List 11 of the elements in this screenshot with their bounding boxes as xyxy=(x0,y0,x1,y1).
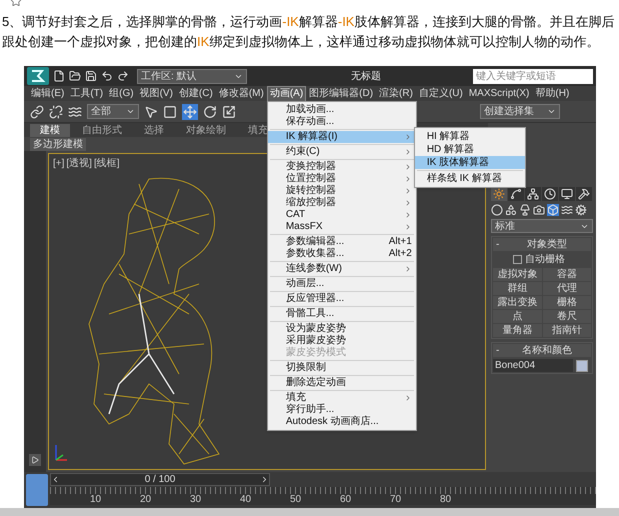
article-paragraph: 5、调节好封套之后，选择脚掌的骨骼，运行动画-IK解算器-IK肢体解算器，连接到大腿的骨骼。并且在脚后跟处创建一个虚拟对象，把创建的IK绑定到虚拟物体上，这样通过移动虚拟物体就可以控制人物的动作。 xyxy=(1,13,616,51)
timeline-tick-label: 60 xyxy=(340,494,352,505)
timeline-tick-label: 10 xyxy=(90,494,102,505)
timeline-tick-label: 50 xyxy=(290,494,302,505)
window-title: 无标题 xyxy=(351,70,381,84)
timeline-tick-label: 20 xyxy=(140,494,152,505)
timeline-tick-label: 70 xyxy=(390,494,402,505)
timeline-tick-label: 40 xyxy=(240,494,252,505)
timeline-tick-label: 80 xyxy=(440,494,452,505)
checkbox-label: 自动栅格 xyxy=(525,252,565,267)
timeline-tick-label: 30 xyxy=(190,494,202,505)
